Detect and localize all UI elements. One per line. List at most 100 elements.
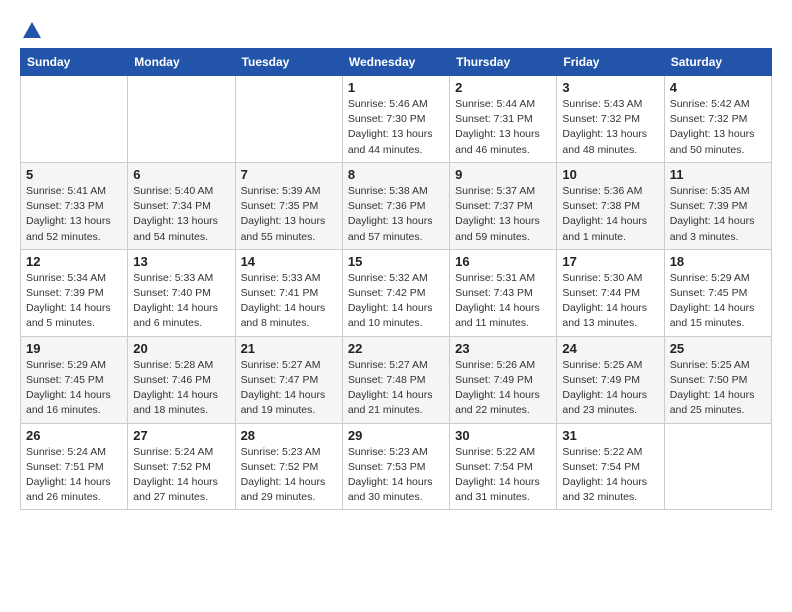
day-info: Sunrise: 5:41 AMSunset: 7:33 PMDaylight:… <box>26 184 122 245</box>
day-number: 2 <box>455 80 551 95</box>
day-info: Sunrise: 5:33 AMSunset: 7:41 PMDaylight:… <box>241 271 337 332</box>
calendar-header-row: SundayMondayTuesdayWednesdayThursdayFrid… <box>21 49 772 76</box>
day-info: Sunrise: 5:22 AMSunset: 7:54 PMDaylight:… <box>562 445 658 506</box>
day-number: 17 <box>562 254 658 269</box>
day-info: Sunrise: 5:39 AMSunset: 7:35 PMDaylight:… <box>241 184 337 245</box>
calendar-cell: 11Sunrise: 5:35 AMSunset: 7:39 PMDayligh… <box>664 162 771 249</box>
calendar-cell <box>664 423 771 510</box>
calendar-cell: 1 Sunrise: 5:46 AMSunset: 7:30 PMDaylight… <box>342 76 449 163</box>
header-monday: Monday <box>128 49 235 76</box>
day-info: Sunrise: 5:27 AMSunset: 7:48 PMDaylight:… <box>348 358 444 419</box>
calendar-cell: 23 Sunrise: 5:26 AMSunset: 7:49 PMDayligh… <box>450 336 557 423</box>
day-info: Sunrise: 5:38 AMSunset: 7:36 PMDaylight:… <box>348 184 444 245</box>
day-info: Sunrise: 5:37 AMSunset: 7:37 PMDaylight:… <box>455 184 551 245</box>
day-number: 15 <box>348 254 444 269</box>
day-number: 25 <box>670 341 766 356</box>
calendar-cell: 9 Sunrise: 5:37 AMSunset: 7:37 PMDaylight… <box>450 162 557 249</box>
calendar-cell: 27Sunrise: 5:24 AMSunset: 7:52 PMDayligh… <box>128 423 235 510</box>
day-info: Sunrise: 5:27 AMSunset: 7:47 PMDaylight:… <box>241 358 337 419</box>
day-info: Sunrise: 5:29 AMSunset: 7:45 PMDaylight:… <box>670 271 766 332</box>
calendar-cell: 17 Sunrise: 5:30 AMSunset: 7:44 PMDayligh… <box>557 249 664 336</box>
calendar-cell: 12Sunrise: 5:34 AMSunset: 7:39 PMDayligh… <box>21 249 128 336</box>
day-info: Sunrise: 5:36 AMSunset: 7:38 PMDaylight:… <box>562 184 658 245</box>
calendar-cell: 7 Sunrise: 5:39 AMSunset: 7:35 PMDaylight… <box>235 162 342 249</box>
day-number: 22 <box>348 341 444 356</box>
calendar-cell: 19Sunrise: 5:29 AMSunset: 7:45 PMDayligh… <box>21 336 128 423</box>
day-number: 31 <box>562 428 658 443</box>
calendar-cell: 20 Sunrise: 5:28 AMSunset: 7:46 PMDayligh… <box>128 336 235 423</box>
day-number: 26 <box>26 428 122 443</box>
day-info: Sunrise: 5:22 AMSunset: 7:54 PMDaylight:… <box>455 445 551 506</box>
day-number: 20 <box>133 341 229 356</box>
day-info: Sunrise: 5:46 AMSunset: 7:30 PMDaylight:… <box>348 97 444 158</box>
week-row-0: 1 Sunrise: 5:46 AMSunset: 7:30 PMDaylight… <box>21 76 772 163</box>
calendar-cell <box>235 76 342 163</box>
calendar-cell <box>21 76 128 163</box>
day-info: Sunrise: 5:33 AMSunset: 7:40 PMDaylight:… <box>133 271 229 332</box>
day-info: Sunrise: 5:31 AMSunset: 7:43 PMDaylight:… <box>455 271 551 332</box>
calendar-cell: 8 Sunrise: 5:38 AMSunset: 7:36 PMDaylight… <box>342 162 449 249</box>
calendar-cell: 26Sunrise: 5:24 AMSunset: 7:51 PMDayligh… <box>21 423 128 510</box>
calendar-cell: 31 Sunrise: 5:22 AMSunset: 7:54 PMDayligh… <box>557 423 664 510</box>
day-number: 30 <box>455 428 551 443</box>
calendar-cell: 30 Sunrise: 5:22 AMSunset: 7:54 PMDayligh… <box>450 423 557 510</box>
day-number: 1 <box>348 80 444 95</box>
day-info: Sunrise: 5:30 AMSunset: 7:44 PMDaylight:… <box>562 271 658 332</box>
calendar-cell: 3 Sunrise: 5:43 AMSunset: 7:32 PMDaylight… <box>557 76 664 163</box>
day-number: 24 <box>562 341 658 356</box>
day-number: 14 <box>241 254 337 269</box>
day-info: Sunrise: 5:23 AMSunset: 7:52 PMDaylight:… <box>241 445 337 506</box>
header-sunday: Sunday <box>21 49 128 76</box>
calendar-cell: 25Sunrise: 5:25 AMSunset: 7:50 PMDayligh… <box>664 336 771 423</box>
calendar-cell: 2 Sunrise: 5:44 AMSunset: 7:31 PMDaylight… <box>450 76 557 163</box>
header-thursday: Thursday <box>450 49 557 76</box>
week-row-2: 12Sunrise: 5:34 AMSunset: 7:39 PMDayligh… <box>21 249 772 336</box>
calendar-cell: 29Sunrise: 5:23 AMSunset: 7:53 PMDayligh… <box>342 423 449 510</box>
day-number: 3 <box>562 80 658 95</box>
week-row-1: 5 Sunrise: 5:41 AMSunset: 7:33 PMDaylight… <box>21 162 772 249</box>
calendar-cell: 28 Sunrise: 5:23 AMSunset: 7:52 PMDayligh… <box>235 423 342 510</box>
day-info: Sunrise: 5:23 AMSunset: 7:53 PMDaylight:… <box>348 445 444 506</box>
week-row-3: 19Sunrise: 5:29 AMSunset: 7:45 PMDayligh… <box>21 336 772 423</box>
calendar-cell: 21Sunrise: 5:27 AMSunset: 7:47 PMDayligh… <box>235 336 342 423</box>
day-info: Sunrise: 5:29 AMSunset: 7:45 PMDaylight:… <box>26 358 122 419</box>
day-number: 5 <box>26 167 122 182</box>
calendar-cell: 16 Sunrise: 5:31 AMSunset: 7:43 PMDayligh… <box>450 249 557 336</box>
header-tuesday: Tuesday <box>235 49 342 76</box>
day-number: 12 <box>26 254 122 269</box>
day-info: Sunrise: 5:43 AMSunset: 7:32 PMDaylight:… <box>562 97 658 158</box>
day-number: 13 <box>133 254 229 269</box>
calendar-table: SundayMondayTuesdayWednesdayThursdayFrid… <box>20 48 772 510</box>
calendar-cell: 14 Sunrise: 5:33 AMSunset: 7:41 PMDayligh… <box>235 249 342 336</box>
day-number: 6 <box>133 167 229 182</box>
day-number: 7 <box>241 167 337 182</box>
day-number: 16 <box>455 254 551 269</box>
logo-icon <box>21 20 43 42</box>
day-info: Sunrise: 5:26 AMSunset: 7:49 PMDaylight:… <box>455 358 551 419</box>
week-row-4: 26Sunrise: 5:24 AMSunset: 7:51 PMDayligh… <box>21 423 772 510</box>
calendar-cell: 4 Sunrise: 5:42 AMSunset: 7:32 PMDaylight… <box>664 76 771 163</box>
logo <box>20 20 45 38</box>
day-number: 18 <box>670 254 766 269</box>
day-number: 11 <box>670 167 766 182</box>
day-info: Sunrise: 5:44 AMSunset: 7:31 PMDaylight:… <box>455 97 551 158</box>
calendar-cell: 22 Sunrise: 5:27 AMSunset: 7:48 PMDayligh… <box>342 336 449 423</box>
day-info: Sunrise: 5:42 AMSunset: 7:32 PMDaylight:… <box>670 97 766 158</box>
day-number: 4 <box>670 80 766 95</box>
calendar-cell: 15Sunrise: 5:32 AMSunset: 7:42 PMDayligh… <box>342 249 449 336</box>
calendar-cell: 5 Sunrise: 5:41 AMSunset: 7:33 PMDaylight… <box>21 162 128 249</box>
day-info: Sunrise: 5:28 AMSunset: 7:46 PMDaylight:… <box>133 358 229 419</box>
header-saturday: Saturday <box>664 49 771 76</box>
calendar-cell: 10 Sunrise: 5:36 AMSunset: 7:38 PMDayligh… <box>557 162 664 249</box>
calendar-cell <box>128 76 235 163</box>
page-header <box>20 20 772 38</box>
day-info: Sunrise: 5:25 AMSunset: 7:49 PMDaylight:… <box>562 358 658 419</box>
day-number: 10 <box>562 167 658 182</box>
calendar-cell: 6 Sunrise: 5:40 AMSunset: 7:34 PMDaylight… <box>128 162 235 249</box>
day-info: Sunrise: 5:40 AMSunset: 7:34 PMDaylight:… <box>133 184 229 245</box>
day-number: 9 <box>455 167 551 182</box>
day-number: 23 <box>455 341 551 356</box>
day-number: 27 <box>133 428 229 443</box>
day-number: 8 <box>348 167 444 182</box>
day-number: 28 <box>241 428 337 443</box>
